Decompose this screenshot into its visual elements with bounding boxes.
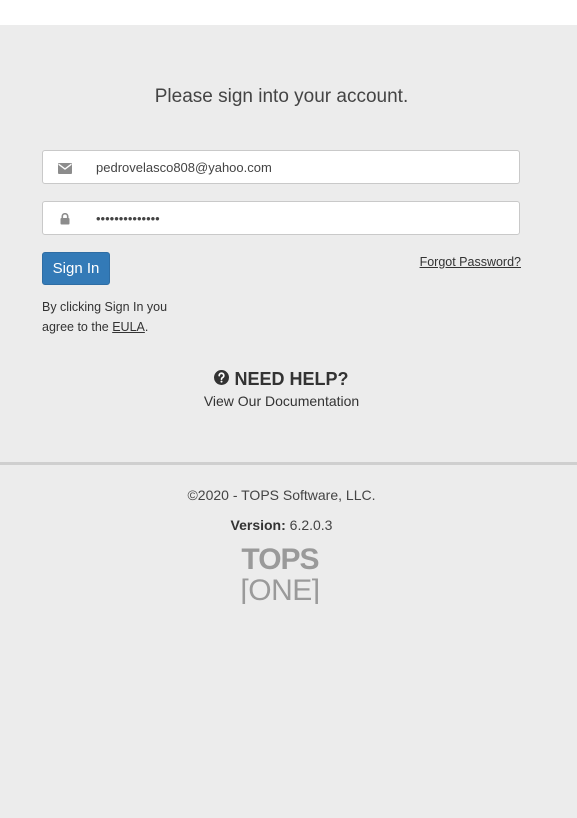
email-field[interactable] — [42, 150, 520, 184]
need-help-label: NEED HELP? — [234, 369, 349, 389]
copyright-text: ©2020 - TOPS Software, LLC. — [187, 487, 376, 503]
svg-text:[ONE]: [ONE] — [240, 574, 319, 604]
page-title: Please sign into your account. — [154, 86, 409, 107]
password-field[interactable] — [42, 201, 520, 235]
eula-suffix-text: . — [144, 320, 149, 334]
sign-in-button[interactable]: Sign In — [42, 252, 110, 285]
version-info: Version: 6.2.0.3 — [0, 517, 563, 533]
forgot-password-link[interactable]: Forgot Password? — [420, 255, 521, 269]
tops-one-logo: TOPS [ONE] — [230, 542, 330, 607]
eula-note: By clicking Sign In you agree to the EUL… — [42, 297, 182, 337]
help-section: NEED HELP? View Our Documentation — [0, 369, 563, 409]
svg-text:TOPS: TOPS — [241, 543, 318, 576]
need-help-heading: NEED HELP? — [214, 369, 349, 390]
question-circle-icon — [214, 369, 230, 390]
version-value: 6.2.0.3 — [289, 517, 333, 533]
envelope-icon — [55, 151, 75, 185]
login-page: Please sign into your account. Sign In F… — [0, 25, 577, 818]
password-input[interactable] — [96, 202, 506, 234]
email-input[interactable] — [96, 151, 506, 183]
eula-link[interactable]: EULA — [112, 320, 145, 334]
lock-icon — [55, 202, 75, 236]
top-bar — [0, 0, 577, 25]
version-label: Version: — [230, 517, 286, 533]
documentation-link[interactable]: View Our Documentation — [0, 393, 563, 409]
footer-divider — [0, 462, 577, 465]
